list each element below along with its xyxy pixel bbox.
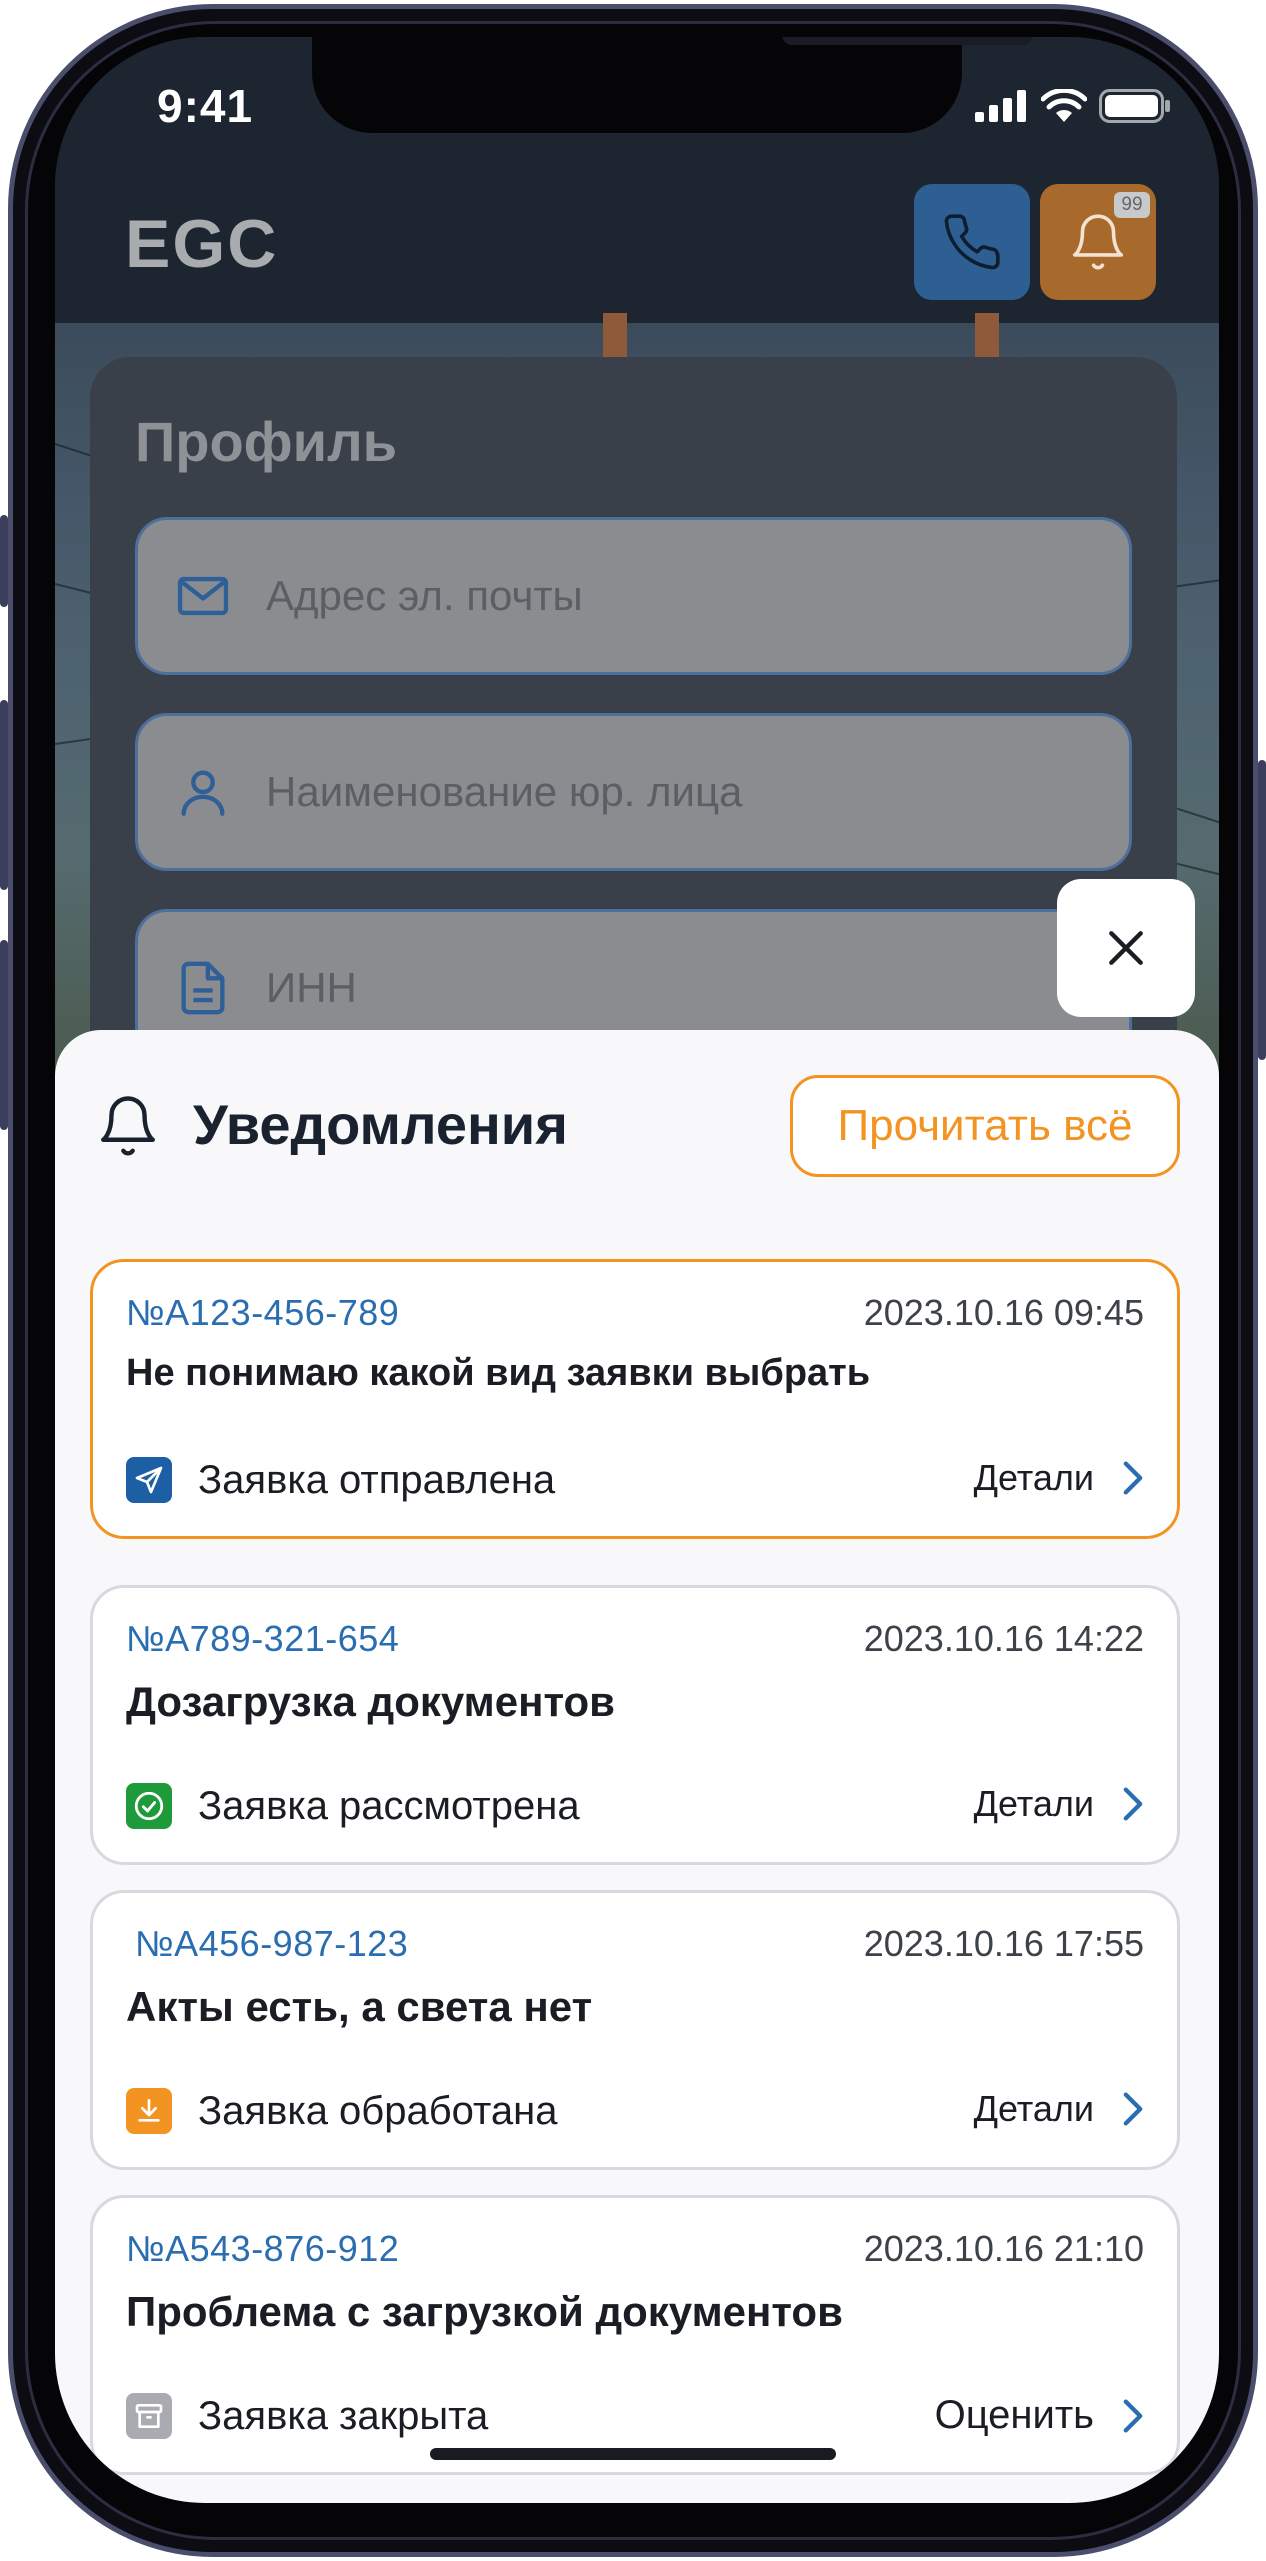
archive-icon [126,2393,172,2439]
notification-count-badge: 99 [1114,192,1150,218]
notification-title: Акты есть, а света нет [126,1983,593,2030]
inn-placeholder: ИНН [266,964,357,1011]
details-link[interactable]: Детали [974,1783,1144,1825]
notification-card[interactable]: №A543-876-912 2023.10.16 21:10 Проблема … [90,2195,1180,2475]
notification-date: 2023.10.16 14:22 [863,1618,1144,1659]
request-number: №A789-321-654 [126,1618,400,1659]
user-icon [181,770,225,816]
phone-icon [944,214,1000,270]
notification-card[interactable]: №A789-321-654 2023.10.16 14:22 Дозагрузк… [90,1585,1180,1865]
volume-down-button [0,940,8,1130]
chevron-right-icon [1123,2398,1143,2433]
bell-icon [1072,214,1124,270]
notifications-button[interactable]: 99 [1040,184,1156,300]
app-logo: EGC [125,206,279,282]
request-number: №A456-987-123 [135,1923,409,1964]
notification-title: Не понимаю какой вид заявки выбрать [126,1352,871,1394]
notification-date: 2023.10.16 17:55 [863,1923,1144,1964]
close-icon [1109,931,1143,965]
chevron-right-icon [1123,1787,1143,1821]
details-label: Детали [973,2088,1094,2129]
rate-label: Оценить [934,2393,1094,2437]
email-field[interactable]: Адрес эл. почты [135,517,1132,675]
mail-icon [177,576,229,616]
status-text: Заявка обработана [198,2088,558,2133]
notification-card[interactable]: №A456-987-123 2023.10.16 17:55 Акты есть… [90,1890,1180,2170]
status-time: 9:41 [157,80,254,132]
profile-title: Профиль [135,410,398,473]
notification-card[interactable]: №A123-456-789 2023.10.16 09:45 Не понима… [90,1259,1180,1539]
battery-icon [1099,89,1170,123]
document-icon [181,961,225,1015]
mute-switch [0,515,8,607]
signal-icon [975,90,1026,122]
power-button [1258,760,1266,1060]
download-icon [126,2088,172,2134]
home-indicator[interactable] [430,2448,836,2460]
volume-up-button [0,700,8,890]
request-number: №A543-876-912 [126,2228,400,2269]
details-label: Детали [973,1783,1094,1824]
details-label: Детали [973,1457,1094,1498]
company-name-placeholder: Наименование юр. лица [266,768,743,815]
notification-title: Дозагрузка документов [126,1678,615,1725]
request-number: №A123-456-789 [126,1292,400,1333]
notifications-sheet: Уведомления Прочитать всё №A123-456-789 … [55,1030,1219,2503]
close-button[interactable] [1057,879,1195,1017]
notification-date: 2023.10.16 21:10 [863,2228,1144,2269]
send-icon [126,1457,172,1503]
details-link[interactable]: Детали [974,1457,1144,1499]
email-placeholder: Адрес эл. почты [266,572,583,619]
notifications-title: Уведомления [193,1093,568,1156]
read-all-button[interactable]: Прочитать всё [790,1075,1180,1177]
rate-link[interactable]: Оценить [935,2393,1144,2438]
bell-icon [101,1096,155,1156]
notch [312,37,1032,133]
status-text: Заявка отправлена [198,1457,556,1502]
status-text: Заявка рассмотрена [198,1783,580,1828]
chevron-right-icon [1123,2092,1143,2126]
chevron-right-icon [1123,1461,1143,1495]
notification-date: 2023.10.16 09:45 [863,1292,1144,1333]
app-screen: 9:41 EGC 99 Профиль Адрес эл. почты Наим… [55,37,1219,2503]
wifi-icon [1041,89,1087,122]
check-circle-icon [126,1783,172,1829]
details-link[interactable]: Детали [974,2088,1144,2130]
notification-title: Проблема с загрузкой документов [126,2288,843,2335]
call-button[interactable] [914,184,1030,300]
company-name-field[interactable]: Наименование юр. лица [135,713,1132,871]
status-text: Заявка закрыта [198,2393,489,2438]
